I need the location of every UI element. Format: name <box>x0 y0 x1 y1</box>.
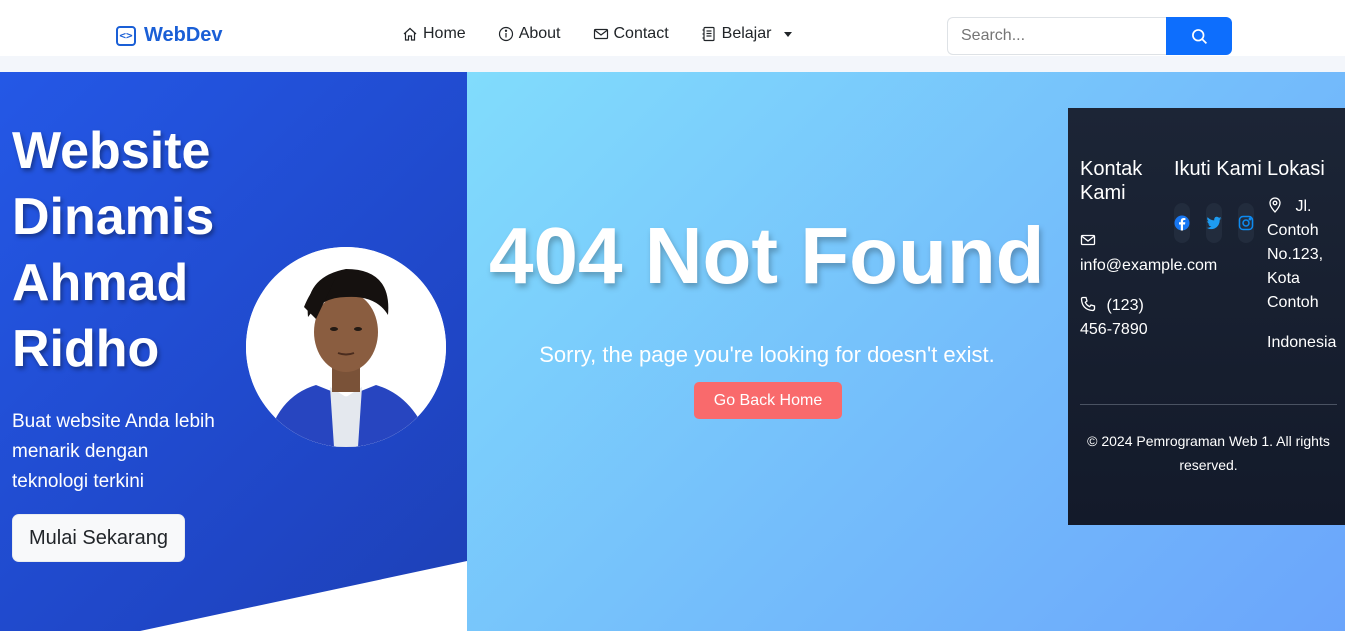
footer-copyright: © 2024 Pemrograman Web 1. All rights res… <box>1087 433 1330 473</box>
nav-item-home[interactable]: Home <box>402 25 466 43</box>
nav-label-about: About <box>518 25 561 42</box>
avatar <box>246 247 446 447</box>
hero-subtitle: Buat website Anda lebih menarik dengan t… <box>12 411 215 492</box>
journal-icon <box>702 26 715 42</box>
envelope-icon <box>593 28 608 40</box>
code-icon: <> <box>116 25 136 46</box>
go-back-home-button[interactable]: Go Back Home <box>694 382 842 419</box>
nav-item-belajar-dropdown[interactable]: Belajar <box>701 25 793 43</box>
footer-country-line: Indonesia <box>1267 331 1345 355</box>
footer-country: Indonesia <box>1267 334 1337 351</box>
nav-item-contact[interactable]: Contact <box>593 25 669 43</box>
error-message: Sorry, the page you're looking for doesn… <box>539 342 995 367</box>
hero-section: Website Dinamis Ahmad Ridho Buat website… <box>0 72 467 631</box>
navbar: <> WebDev Home About Contact Belajar <box>0 0 1345 72</box>
nav-menu: Home About Contact Belajar <box>402 25 793 43</box>
footer-address: Jl. Contoh No.123, Kota Contoh <box>1267 198 1324 311</box>
phone-icon <box>1080 296 1096 312</box>
search-input[interactable] <box>947 17 1166 55</box>
hero-wedge <box>140 561 467 631</box>
start-button[interactable]: Mulai Sekarang <box>12 514 185 562</box>
nav-label-home: Home <box>423 25 466 42</box>
facebook-link[interactable] <box>1174 203 1190 243</box>
search-button[interactable] <box>1166 17 1232 55</box>
footer-location-column: Lokasi Jl. Contoh No.123, Kota Contoh In… <box>1267 157 1345 355</box>
footer-contact-heading: Kontak Kami <box>1080 158 1143 204</box>
footer-email[interactable]: info@example.com <box>1080 257 1217 274</box>
home-icon <box>403 27 417 41</box>
footer-panel: Kontak Kami info@example.com (123) 456-7… <box>1068 108 1345 525</box>
facebook-icon <box>1174 215 1190 231</box>
brand-label: WebDev <box>144 24 223 46</box>
nav-label-contact: Contact <box>613 25 669 42</box>
nav-label-belajar: Belajar <box>721 25 772 42</box>
profile-photo-icon <box>246 247 446 447</box>
brand[interactable]: <> WebDev <box>116 24 223 47</box>
envelope-icon <box>1080 234 1096 246</box>
instagram-link[interactable] <box>1238 203 1254 243</box>
footer-divider <box>1080 404 1337 405</box>
footer-address-line: Jl. Contoh No.123, Kota Contoh <box>1267 195 1345 315</box>
footer-follow-column: Ikuti Kami <box>1174 157 1264 243</box>
twitter-link[interactable] <box>1206 203 1222 243</box>
search-form <box>947 17 1232 55</box>
chevron-down-icon <box>784 31 793 37</box>
twitter-icon <box>1206 216 1222 230</box>
social-links <box>1174 203 1264 243</box>
footer-follow-heading: Ikuti Kami <box>1174 158 1262 180</box>
footer-phone-line: (123) 456-7890 <box>1080 294 1174 342</box>
error-title: 404 Not Found <box>489 211 1045 300</box>
hero-title: Website Dinamis Ahmad Ridho <box>12 122 215 378</box>
info-icon <box>498 26 513 42</box>
instagram-icon <box>1238 215 1254 231</box>
footer-location-heading: Lokasi <box>1267 158 1325 180</box>
footer-email-line: info@example.com <box>1080 230 1217 278</box>
search-icon <box>1191 28 1207 44</box>
nav-item-about[interactable]: About <box>498 25 561 43</box>
location-pin-icon <box>1269 197 1281 213</box>
footer-contact-column: Kontak Kami info@example.com (123) 456-7… <box>1080 157 1217 342</box>
